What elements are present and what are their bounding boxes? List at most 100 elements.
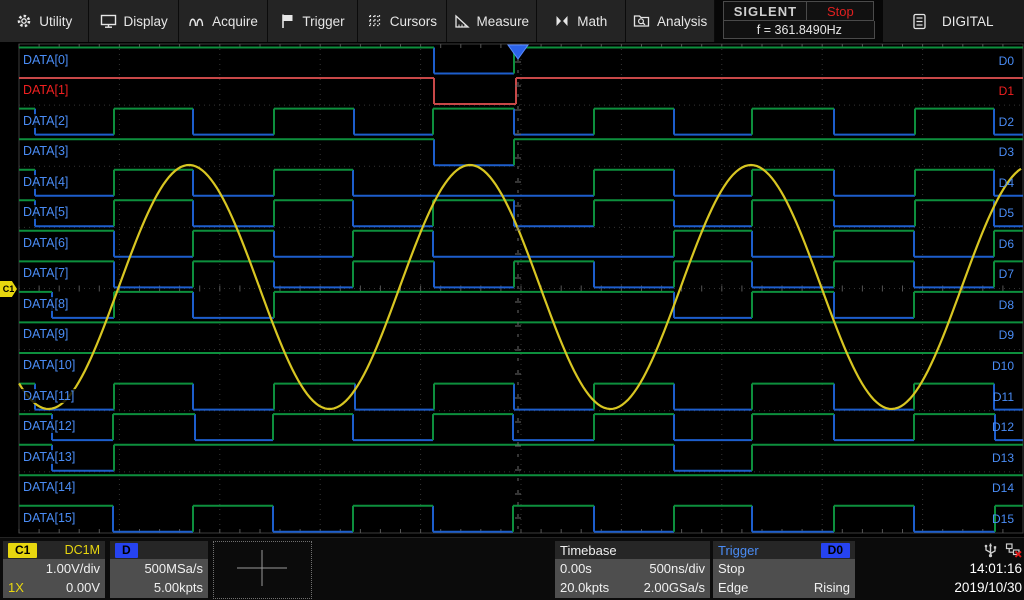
- menu-item-math[interactable]: Math: [536, 0, 626, 42]
- digital-channel-label-D1[interactable]: DATA[1]: [21, 83, 71, 98]
- digital-channel-label-D2[interactable]: DATA[2]: [21, 113, 71, 128]
- digital-channel-label-D14[interactable]: DATA[14]: [21, 480, 78, 495]
- trigger-position-marker[interactable]: [507, 44, 529, 60]
- digital-channel-label-D6[interactable]: DATA[6]: [21, 235, 71, 250]
- digital-channel-tag-D4: D4: [998, 175, 1014, 190]
- clock-date: 2019/10/30: [954, 580, 1022, 595]
- c1-badge: C1: [8, 542, 38, 558]
- siglent-logo: SIGLENT: [723, 1, 808, 21]
- trigger-panel[interactable]: Trigger D0 Stop Edge Rising: [713, 541, 855, 598]
- digital-waveform-low-D11: [34, 383, 1023, 411]
- digital-panel[interactable]: D 500MSa/s 5.00kpts: [110, 541, 208, 598]
- cursor-grid-icon: [368, 15, 381, 27]
- menu-item-utility[interactable]: Utility: [0, 0, 90, 42]
- menu-bar: Utility Display Acquire Trigger Cursors …: [0, 0, 1024, 42]
- timebase-panel[interactable]: Timebase 0.00s 500ns/div 20.0kpts 2.00GSa/…: [555, 541, 710, 598]
- gear-icon: [17, 14, 31, 28]
- system-panel: 14:01:16 2019/10/30: [930, 541, 1022, 598]
- digital-channel-label-D11[interactable]: DATA[11]: [21, 388, 77, 403]
- digital-badge: D: [115, 542, 138, 558]
- channel-c1-panel[interactable]: C1 DC1M 1.00V/div 1X 0.00V: [3, 541, 105, 598]
- c1-probe-attenuation: 1X: [8, 580, 24, 595]
- timebase-points: 20.0kpts: [560, 580, 610, 595]
- menu-label: Analysis: [657, 13, 708, 29]
- digital-channel-tag-D9: D9: [998, 328, 1014, 343]
- digital-waveform-low-D3: [433, 139, 514, 167]
- digital-sample-rate: 500MSa/s: [144, 561, 203, 576]
- digital-channel-label-D5[interactable]: DATA[5]: [21, 205, 71, 220]
- acquire-wave-icon: [189, 18, 204, 27]
- timebase-scale: 500ns/div: [649, 561, 705, 576]
- digital-channel-label-D8[interactable]: DATA[8]: [21, 296, 71, 311]
- trigger-slope: Rising: [813, 580, 850, 595]
- menu-item-trigger[interactable]: Trigger: [268, 0, 358, 42]
- digital-channel-tag-D8: D8: [998, 297, 1014, 312]
- graticule-ticks: [18, 44, 1004, 533]
- menu-item-display[interactable]: Display: [89, 0, 179, 42]
- digital-waveform-low-D4: [34, 169, 1023, 197]
- menu-item-measure[interactable]: Measure: [447, 0, 537, 42]
- digital-channel-label-D12[interactable]: DATA[12]: [21, 419, 78, 434]
- menu-item-analysis[interactable]: Analysis: [625, 0, 716, 42]
- digital-channel-label-D15[interactable]: DATA[15]: [21, 510, 78, 525]
- digital-button-label: DIGITAL: [942, 13, 994, 29]
- waveform-display-area: DATA[0] D0 DATA[1] D1 DATA[2] D2 DATA[3] D3 DATA…: [0, 42, 1024, 537]
- digital-channel-label-D9[interactable]: DATA[9]: [21, 327, 71, 342]
- digital-channel-tag-D10: D10: [991, 359, 1014, 373]
- timebase-sample-rate: 2.00GSa/s: [643, 580, 705, 595]
- digital-chip-icon: [913, 13, 926, 29]
- digital-waveform-low-D15: [112, 505, 995, 533]
- status-bar: C1 DC1M 1.00V/div 1X 0.00V D 500MSa/s 5.0…: [0, 537, 1024, 600]
- usb-icon[interactable]: [984, 542, 997, 558]
- digital-waveform-low-D12: [51, 414, 1023, 442]
- digital-channel-tag-D5: D5: [998, 206, 1014, 221]
- digital-channel-label-D10[interactable]: DATA[10]: [21, 358, 78, 372]
- menu-label: Utility: [39, 13, 73, 29]
- digital-waveform-low-D5: [34, 200, 1023, 228]
- digital-waveform-high-D12: [19, 413, 995, 441]
- digital-channel-tag-D3: D3: [998, 145, 1014, 160]
- digital-waveform-high-D2: [19, 107, 994, 135]
- menu-item-cursors[interactable]: Cursors: [357, 0, 448, 42]
- c1-coupling: DC1M: [64, 543, 100, 557]
- timebase-delay: 0.00s: [560, 561, 592, 576]
- digital-channel-tag-D15: D15: [991, 511, 1014, 526]
- trigger-type: Edge: [718, 580, 749, 595]
- digital-channel-label-D7[interactable]: DATA[7]: [21, 266, 71, 281]
- digital-waveform-high-D13: [19, 443, 1023, 471]
- digital-points: 5.00kpts: [153, 580, 203, 595]
- menu-label: Cursors: [389, 13, 438, 29]
- digital-channel-tag-D6: D6: [998, 236, 1014, 251]
- digital-waveform-low-D2: [34, 108, 1023, 136]
- timebase-title: Timebase: [560, 542, 617, 558]
- menu-label: Display: [123, 13, 168, 29]
- acquisition-status-badge: Stop: [807, 1, 875, 21]
- digital-waveform-high-D11: [19, 382, 994, 410]
- digital-channel-label-D13[interactable]: DATA[13]: [21, 449, 78, 464]
- digital-channel-tag-D13: D13: [991, 450, 1014, 465]
- digital-channel-tag-D0: D0: [998, 53, 1014, 68]
- digital-waveform-high-D3: [19, 138, 1023, 166]
- clock-time: 14:01:16: [969, 561, 1022, 576]
- digital-channel-tag-D1: D1: [998, 84, 1014, 99]
- empty-channel-slot[interactable]: [213, 541, 312, 599]
- digital-channel-label-D0[interactable]: DATA[0]: [21, 52, 71, 67]
- menu-item-acquire[interactable]: Acquire: [178, 0, 269, 42]
- digital-channel-label-D4[interactable]: DATA[4]: [21, 174, 71, 189]
- ruler-icon: [454, 14, 470, 28]
- trigger-source-badge: D0: [820, 542, 850, 558]
- digital-channel-tag-D11: D11: [992, 389, 1014, 404]
- digital-waveform-low-D8: [51, 291, 914, 319]
- trigger-status: Stop: [718, 561, 745, 576]
- bowtie-icon: [556, 16, 568, 26]
- oscilloscope-screen: Utility Display Acquire Trigger Cursors …: [0, 0, 1024, 600]
- digital-waveform-high-D1: [19, 77, 1023, 104]
- menu-label: Math: [577, 13, 608, 29]
- digital-channel-label-D3[interactable]: DATA[3]: [21, 144, 71, 159]
- digital-menu-button[interactable]: DIGITAL: [882, 0, 1024, 42]
- digital-waveform-low-D13: [51, 444, 752, 472]
- lan-disconnected-icon[interactable]: [1005, 542, 1022, 558]
- menu-label: Measure: [476, 13, 530, 29]
- c1-scale: 1.00V/div: [45, 561, 100, 576]
- digital-waveform-low-D1: [433, 78, 516, 105]
